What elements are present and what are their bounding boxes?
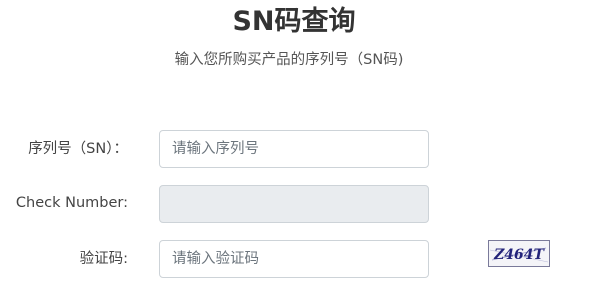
page-title: SN码查询 [232, 6, 356, 37]
check-number-label: Check Number: [15, 195, 128, 211]
page-subtitle: 输入您所购买产品的序列号（SN码) [174, 52, 404, 68]
captcha-image[interactable]: Z464T [488, 240, 550, 267]
sn-input[interactable] [159, 130, 429, 168]
captcha-text: Z464T [493, 247, 545, 263]
sn-query-page: SN码查询 输入您所购买产品的序列号（SN码) 序列号（SN）： Check N… [0, 0, 600, 285]
captcha-label: 验证码: [79, 251, 128, 267]
check-number-field [159, 185, 429, 223]
captcha-input[interactable] [159, 240, 429, 278]
sn-label: 序列号（SN）： [28, 141, 128, 157]
